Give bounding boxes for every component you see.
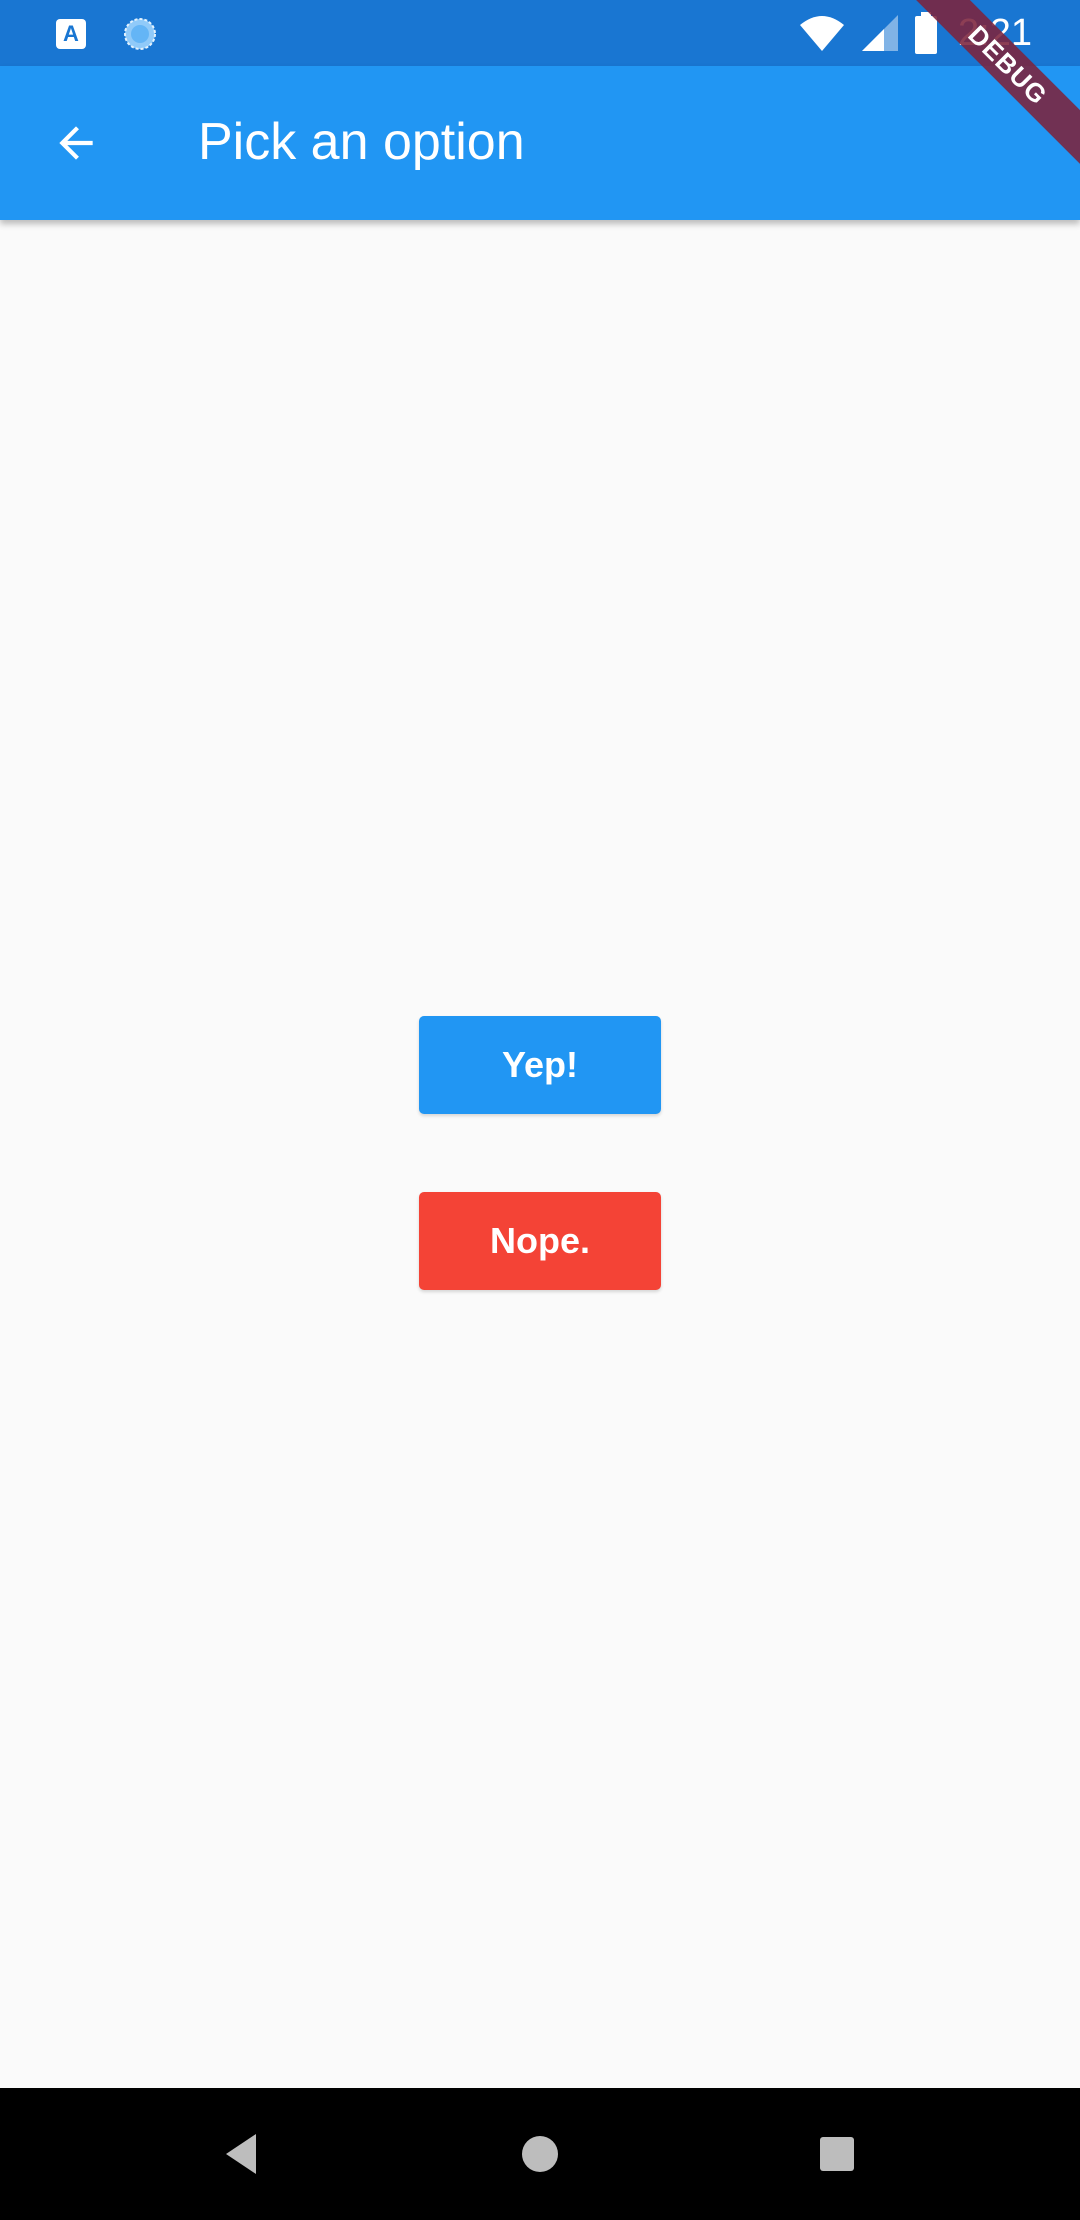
app-a-icon: A <box>56 19 86 49</box>
status-time: 2:21 <box>958 12 1032 54</box>
back-button[interactable] <box>28 98 124 188</box>
battery-icon <box>915 12 938 54</box>
yep-button[interactable]: Yep! <box>419 1016 661 1114</box>
navigation-bar <box>0 2088 1080 2220</box>
status-bar: A 2:21 <box>0 0 1080 66</box>
main-content: Yep! Nope. <box>0 220 1080 2088</box>
status-right-icons: 2:21 <box>798 10 1032 56</box>
nav-recents-icon <box>820 2137 854 2171</box>
arrow-back-icon <box>59 126 93 160</box>
nav-home-icon <box>522 2136 558 2172</box>
wifi-icon <box>800 16 845 51</box>
nav-back-icon <box>226 2134 256 2174</box>
status-left-icons: A <box>56 16 158 52</box>
signal-icon <box>862 15 899 51</box>
nav-home-button[interactable] <box>500 2114 580 2194</box>
nav-back-button[interactable] <box>202 2114 282 2194</box>
nope-button[interactable]: Nope. <box>419 1192 661 1290</box>
app-bar: Pick an option <box>0 66 1080 220</box>
nav-recents-button[interactable] <box>797 2114 877 2194</box>
sync-icon <box>124 18 156 50</box>
page-title: Pick an option <box>198 113 525 171</box>
